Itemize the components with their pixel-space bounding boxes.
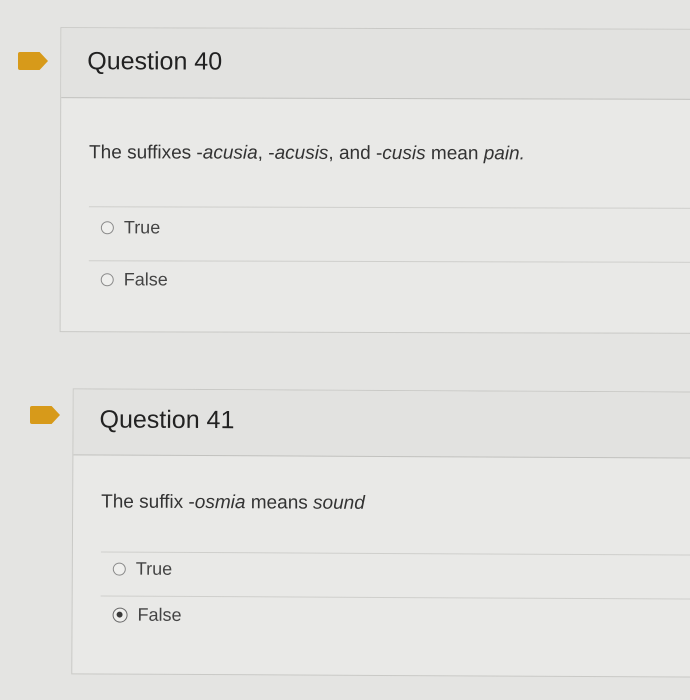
answer-option-true[interactable]: True — [112, 558, 173, 580]
option-label: True — [123, 217, 161, 238]
question-term: cusis — [382, 142, 426, 165]
question-term: osmia — [194, 491, 246, 514]
question-term: acusis — [274, 142, 329, 164]
question-card-40: Question 40 The suffixes -acusia, -acusi… — [59, 27, 690, 334]
radio-checked-icon[interactable] — [112, 607, 128, 623]
option-divider — [100, 551, 690, 556]
question-text-segment: means — [245, 492, 314, 514]
option-divider — [88, 260, 690, 263]
question-term: acusia — [202, 142, 258, 164]
question-card-41: Question 41 The suffix -osmia means soun… — [71, 388, 690, 678]
option-label: False — [123, 269, 168, 290]
question-text-segment: The suffix - — [101, 491, 195, 513]
option-label: False — [137, 604, 182, 625]
question-term: pain. — [483, 143, 525, 165]
radio-unchecked-icon[interactable] — [112, 562, 126, 576]
option-divider — [100, 595, 690, 600]
question-text-segment: mean — [425, 143, 484, 165]
answer-option-true[interactable]: True — [100, 217, 161, 238]
question-title: Question 40 — [87, 47, 223, 76]
radio-unchecked-icon[interactable] — [100, 273, 114, 287]
question-header: Question 40 — [61, 28, 690, 100]
question-term: sound — [313, 492, 365, 514]
question-header: Question 41 — [73, 389, 690, 459]
radio-unchecked-icon[interactable] — [100, 221, 114, 235]
question-text: The suffixes -acusia, -acusis, and -cusi… — [89, 142, 525, 165]
question-text-segment: , and - — [328, 142, 383, 164]
question-text-segment: The suffixes - — [89, 142, 203, 164]
question-text: The suffix -osmia means sound — [101, 491, 365, 514]
bookmark-flag-icon[interactable] — [18, 52, 48, 70]
question-text-segment: , - — [257, 142, 275, 164]
option-label: True — [135, 558, 173, 579]
question-title: Question 41 — [99, 405, 235, 435]
answer-option-false[interactable]: False — [100, 269, 168, 290]
answer-option-false[interactable]: False — [112, 604, 182, 626]
bookmark-flag-icon[interactable] — [30, 406, 60, 424]
option-divider — [88, 206, 690, 209]
